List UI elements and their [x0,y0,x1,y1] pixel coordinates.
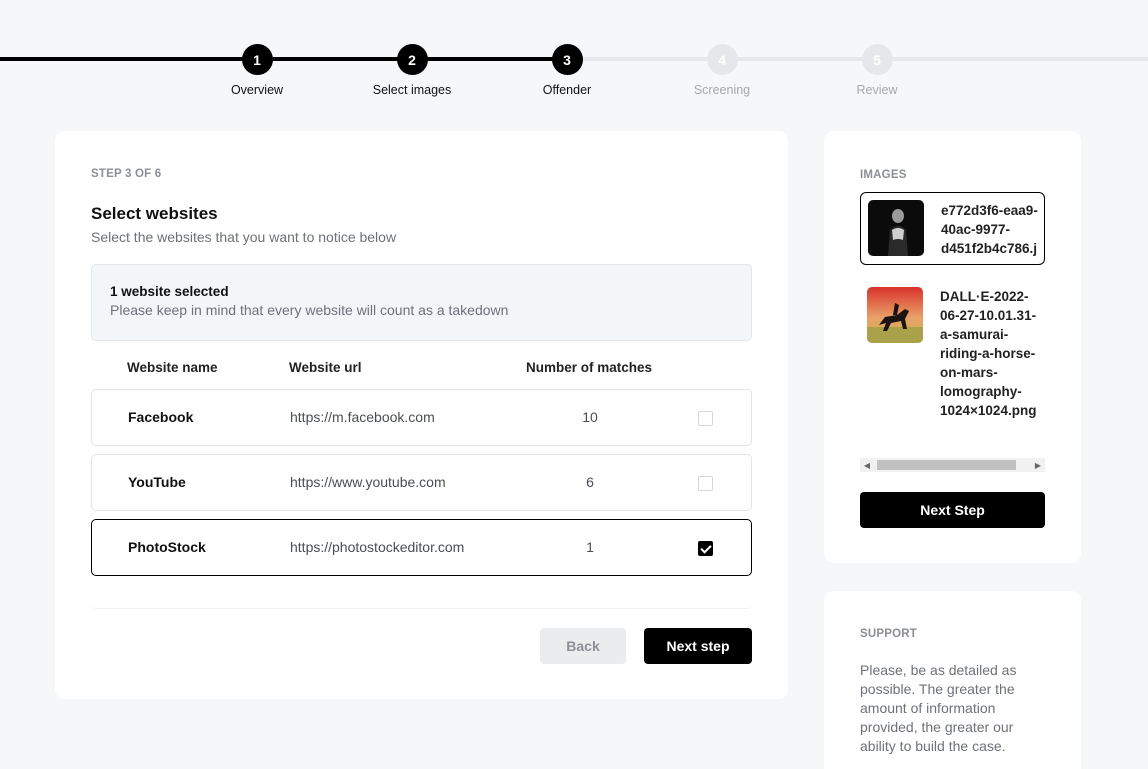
image-filename: DALL·E-2022-06-27-10.01.31-a-samurai-rid… [940,289,1037,418]
back-button[interactable]: Back [540,628,626,664]
step-screening: 4 Screening [662,44,782,97]
step-number: 2 [396,44,428,75]
image-list[interactable]: e772d3f6-eaa9- 40ac-9977- d451f2b4c786.j [860,192,1045,452]
matches-count: 10 [582,409,598,425]
step-number: 1 [241,44,273,75]
horizontal-scrollbar[interactable]: ◀ ▶ [860,458,1045,472]
table-row[interactable]: YouTube https://www.youtube.com 6 [91,454,752,511]
support-panel: SUPPORT Please, be as detailed as possib… [824,591,1081,769]
scroll-left-icon[interactable]: ◀ [860,458,874,472]
image-thumbnail-portrait [868,200,924,256]
matches-count: 6 [586,474,594,490]
row-checkbox[interactable] [698,476,713,491]
website-url: https://photostockeditor.com [290,539,465,555]
images-next-step-button[interactable]: Next Step [860,492,1045,528]
step-review: 5 Review [817,44,937,97]
table-row[interactable]: Facebook https://m.facebook.com 10 [91,389,752,446]
step-label: Offender [542,83,592,97]
support-text: Please, be as detailed as possible. The … [860,662,1017,754]
scroll-right-icon[interactable]: ▶ [1031,458,1045,472]
step-label: Review [856,83,898,97]
step-indicator: STEP 3 OF 6 [91,168,162,180]
website-url: https://m.facebook.com [290,409,435,425]
website-url: https://www.youtube.com [290,474,446,490]
notice-title: 1 website selected [110,284,229,299]
images-heading: IMAGES [860,169,907,181]
step-number: 3 [551,44,583,75]
image-filename: e772d3f6-eaa9- 40ac-9977- d451f2b4c786.j [941,203,1038,256]
selection-notice: 1 website selected Please keep in mind t… [91,264,752,341]
notice-text: Please keep in mind that every website w… [110,302,509,318]
progress-stepper: 1 Overview 2 Select images 3 Offender 4 … [0,38,1148,108]
column-header-matches: Number of matches [526,360,653,375]
step-overview[interactable]: 1 Overview [197,44,317,97]
matches-count: 1 [586,539,594,555]
website-name: PhotoStock [128,539,206,555]
images-panel: IMAGES e772d3f6-eaa9- 40ac-9977- d451f2b… [824,131,1081,563]
step-label: Select images [372,83,452,97]
step-offender[interactable]: 3 Offender [507,44,627,97]
row-checkbox[interactable] [698,411,713,426]
step-number: 4 [706,44,738,75]
next-step-button[interactable]: Next step [644,628,752,664]
support-heading: SUPPORT [860,628,917,640]
select-websites-card: STEP 3 OF 6 Select websites Select the w… [55,131,788,699]
image-thumbnail-samurai [867,287,923,343]
column-header-website-name: Website name [127,360,218,375]
step-label: Screening [693,83,751,97]
row-checkbox-checked[interactable] [698,541,713,556]
page-subtitle: Select the websites that you want to not… [91,229,397,245]
step-number: 5 [861,44,893,75]
image-item[interactable]: DALL·E-2022-06-27-10.01.31-a-samurai-rid… [860,287,1045,447]
image-item-selected[interactable]: e772d3f6-eaa9- 40ac-9977- d451f2b4c786.j [860,192,1045,265]
table-header: Website name Website url Number of match… [91,360,752,380]
website-name: Facebook [128,409,194,425]
step-select-images[interactable]: 2 Select images [352,44,472,97]
website-name: YouTube [128,474,186,490]
step-label: Overview [230,83,284,97]
page-title: Select websites [91,204,218,223]
table-scroll-edge [91,595,752,609]
scrollbar-thumb[interactable] [877,460,1016,470]
column-header-website-url: Website url [289,360,362,375]
table-row[interactable]: PhotoStock https://photostockeditor.com … [91,519,752,576]
